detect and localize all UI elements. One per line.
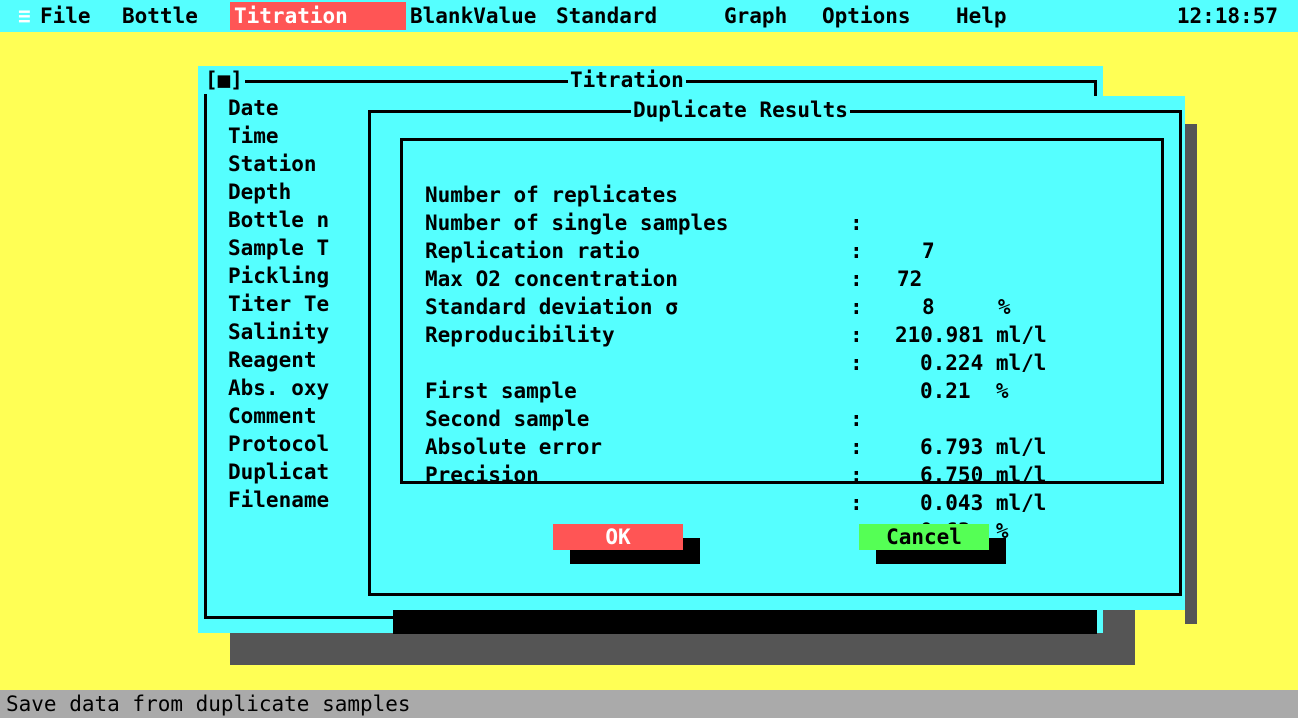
menu-bottle[interactable]: Bottle bbox=[118, 2, 202, 30]
dialog-title: Duplicate Results bbox=[631, 96, 850, 124]
result-colon: : bbox=[850, 435, 863, 459]
field-label-depth: Depth bbox=[228, 180, 292, 204]
result-colon: : bbox=[850, 267, 863, 291]
cancel-button[interactable]: Cancel bbox=[859, 524, 989, 550]
field-label-time: Time bbox=[228, 124, 279, 148]
result-value: 6.750 ml/l bbox=[920, 463, 1047, 487]
menu-titration[interactable]: Titration bbox=[230, 2, 406, 30]
result-colon: : bbox=[850, 491, 863, 515]
result-value: 7 bbox=[922, 239, 935, 263]
menu-graph[interactable]: Graph bbox=[720, 2, 791, 30]
result-value: 0.043 ml/l bbox=[920, 491, 1047, 515]
titration-window-shadow bbox=[230, 633, 1135, 665]
field-label-reagent: Reagent bbox=[228, 348, 317, 372]
result-value: 0.224 ml/l bbox=[920, 351, 1047, 375]
menu-file[interactable]: File bbox=[36, 2, 95, 30]
field-label-comment: Comment bbox=[228, 404, 317, 428]
result-colon: : bbox=[850, 295, 863, 319]
dialog-shadow-bottom bbox=[393, 610, 1097, 634]
field-label-filename: Filename bbox=[228, 488, 330, 512]
clock: 12:18:57 bbox=[1176, 4, 1278, 28]
menu-bar: ≡ File Bottle Titration BlankValue Stand… bbox=[0, 0, 1298, 32]
result-colon: : bbox=[850, 239, 863, 263]
field-label-date: Date bbox=[228, 96, 279, 120]
system-menu-icon[interactable]: ≡ bbox=[14, 2, 35, 30]
results-panel: Number of replicates : 7 Number of singl… bbox=[400, 138, 1164, 543]
field-label-sample: Sample T bbox=[228, 236, 330, 260]
field-label-protocol: Protocol bbox=[228, 432, 330, 456]
field-label-station: Station bbox=[228, 152, 317, 176]
close-icon[interactable]: [■] bbox=[203, 66, 245, 94]
result-value: 8 % bbox=[922, 295, 1011, 319]
result-colon: : bbox=[850, 407, 863, 431]
menu-standard[interactable]: Standard bbox=[552, 2, 661, 30]
menu-options[interactable]: Options bbox=[818, 2, 915, 30]
result-value: 0.21 % bbox=[920, 379, 1009, 403]
result-row: Precision : 0.63 % bbox=[425, 433, 1009, 573]
field-label-duplicate: Duplicat bbox=[228, 460, 330, 484]
result-value: 72 bbox=[897, 267, 923, 291]
field-label-pickling: Pickling bbox=[228, 264, 330, 288]
ok-button[interactable]: OK bbox=[553, 524, 683, 550]
result-label: Precision bbox=[425, 463, 539, 487]
result-value: 6.793 ml/l bbox=[920, 435, 1047, 459]
titration-title: Titration bbox=[568, 66, 686, 94]
field-label-titer: Titer Te bbox=[228, 292, 330, 316]
status-bar: Save data from duplicate samples bbox=[0, 690, 1298, 718]
field-label-bottle: Bottle n bbox=[228, 208, 330, 232]
result-value: 210.981 ml/l bbox=[895, 323, 1047, 347]
menu-help[interactable]: Help bbox=[952, 2, 1011, 30]
status-text: Save data from duplicate samples bbox=[6, 692, 411, 716]
field-label-abs-oxy: Abs. oxy bbox=[228, 376, 330, 400]
result-colon: : bbox=[850, 351, 863, 375]
field-label-salinity: Salinity bbox=[228, 320, 330, 344]
menu-blankvalue[interactable]: BlankValue bbox=[406, 2, 540, 30]
result-colon: : bbox=[850, 323, 863, 347]
duplicate-results-dialog: Duplicate Results Number of replicates :… bbox=[365, 96, 1185, 610]
result-label: Reproducibility bbox=[425, 323, 615, 347]
result-colon: : bbox=[850, 463, 863, 487]
dialog-shadow-right bbox=[1185, 124, 1197, 624]
result-colon: : bbox=[850, 211, 863, 235]
